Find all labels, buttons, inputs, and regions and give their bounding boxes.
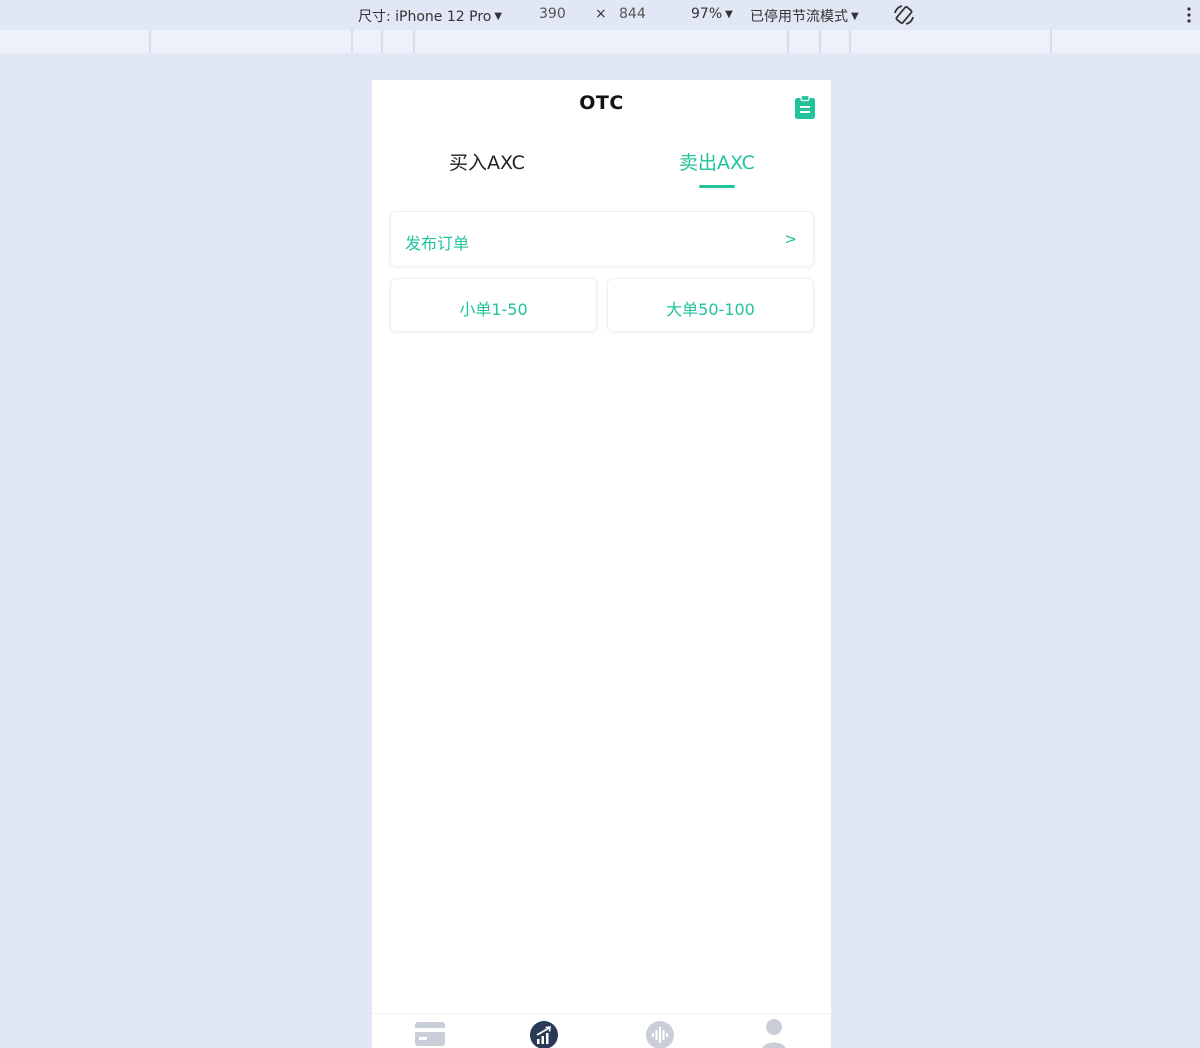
zoom-label: 97% bbox=[691, 6, 723, 22]
active-tab-indicator bbox=[699, 185, 735, 188]
rotate-icon[interactable] bbox=[892, 3, 916, 27]
device-label: 尺寸: iPhone 12 Pro bbox=[358, 9, 492, 25]
card-icon[interactable] bbox=[415, 1022, 445, 1046]
trade-chart-icon[interactable] bbox=[529, 1020, 559, 1048]
devtools-toolbar: 尺寸: iPhone 12 Pro ▼ 390 × 844 97% ▼ 已停用节… bbox=[0, 0, 1200, 30]
publish-order-row[interactable]: 发布订单 > bbox=[390, 211, 814, 267]
ruler-divider bbox=[413, 30, 415, 53]
throttle-label: 已停用节流模式 bbox=[750, 9, 848, 25]
media-query-ruler bbox=[0, 30, 1200, 53]
ruler-divider bbox=[849, 30, 851, 53]
user-icon[interactable] bbox=[761, 1018, 787, 1048]
device-selector[interactable]: 尺寸: iPhone 12 Pro ▼ bbox=[358, 6, 502, 26]
ruler-divider bbox=[351, 30, 353, 53]
tab-buy[interactable]: 买入AXC bbox=[407, 148, 567, 175]
height-input[interactable]: 844 bbox=[619, 6, 646, 22]
large-order-label: 大单50-100 bbox=[666, 300, 755, 319]
caret-down-icon: ▼ bbox=[725, 8, 733, 20]
tab-sell[interactable]: 卖出AXC bbox=[637, 148, 797, 175]
clipboard-icon[interactable] bbox=[793, 94, 817, 120]
dimension-separator: × bbox=[595, 6, 607, 22]
phone-viewport: OTC 买入AXC 卖出AXC 发布订单 > 小单1-50 大单50-100 bbox=[372, 80, 831, 1048]
small-order-button[interactable]: 小单1-50 bbox=[390, 278, 597, 332]
trade-tabs: 买入AXC 卖出AXC bbox=[372, 148, 831, 192]
publish-order-label: 发布订单 bbox=[405, 234, 470, 253]
bottom-tab-bar bbox=[372, 1013, 831, 1048]
ruler-divider bbox=[381, 30, 383, 53]
ruler-divider bbox=[819, 30, 821, 53]
chevron-right-icon: > bbox=[784, 230, 797, 248]
ruler-divider bbox=[1050, 30, 1052, 53]
caret-down-icon: ▼ bbox=[851, 10, 859, 22]
throttle-selector[interactable]: 已停用节流模式 ▼ bbox=[750, 6, 859, 26]
width-input[interactable]: 390 bbox=[539, 6, 566, 22]
ruler-divider bbox=[787, 30, 789, 53]
ruler-divider bbox=[149, 30, 151, 53]
small-order-label: 小单1-50 bbox=[459, 300, 528, 319]
sound-wave-icon[interactable] bbox=[645, 1020, 675, 1048]
large-order-button[interactable]: 大单50-100 bbox=[607, 278, 814, 332]
caret-down-icon: ▼ bbox=[494, 10, 503, 22]
zoom-selector[interactable]: 97% ▼ bbox=[691, 6, 733, 22]
more-options-icon[interactable] bbox=[1186, 5, 1192, 25]
page-title: OTC bbox=[579, 92, 624, 114]
